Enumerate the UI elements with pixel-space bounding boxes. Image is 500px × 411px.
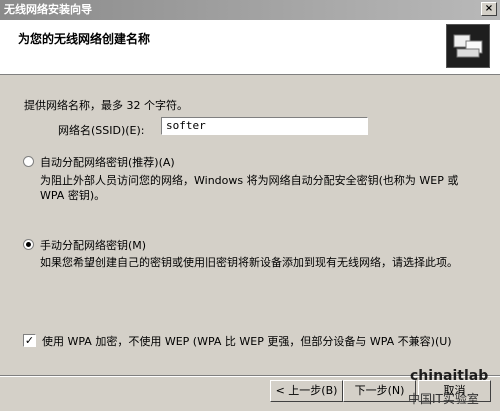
close-button[interactable]: × — [481, 2, 497, 16]
wpa-label[interactable]: 使用 WPA 加密，不使用 WEP (WPA 比 WEP 更强，但部分设备与 W… — [42, 333, 452, 349]
next-button[interactable]: 下一步(N) — [343, 380, 416, 402]
auto-key-radio[interactable] — [23, 156, 34, 167]
wireless-network-icon — [446, 24, 490, 68]
ssid-label: 网络名(SSID)(E): — [58, 124, 145, 137]
wpa-checkbox[interactable]: ✓ — [23, 334, 36, 347]
watermark-brand: chinaitlab — [410, 368, 489, 384]
manual-key-label[interactable]: 手动分配网络密钥(M) — [40, 237, 146, 253]
ssid-prompt: 提供网络名称，最多 32 个字符。 — [24, 99, 188, 112]
wizard-header: 为您的无线网络创建名称 — [0, 20, 500, 75]
watermark-sub: 中国IT实验室 — [408, 392, 479, 406]
back-button[interactable]: < 上一步(B) — [270, 380, 343, 402]
window-title: 无线网络安装向导 — [4, 3, 92, 16]
manual-key-description: 如果您希望创建自己的密钥或使用旧密钥将新设备添加到现有无线网络，请选择此项。 — [40, 256, 458, 269]
auto-key-description: 为阻止外部人员访问您的网络，Windows 将为网络自动分配安全密钥(也称为 W… — [40, 174, 459, 202]
ssid-input[interactable]: softer — [161, 117, 368, 135]
manual-key-radio[interactable] — [23, 239, 34, 250]
title-bar: 无线网络安装向导 × — [0, 0, 500, 20]
wizard-body: 提供网络名称，最多 32 个字符。 网络名(SSID)(E): softer 自… — [0, 75, 500, 375]
page-title: 为您的无线网络创建名称 — [18, 32, 151, 46]
auto-key-label[interactable]: 自动分配网络密钥(推荐)(A) — [40, 154, 175, 170]
